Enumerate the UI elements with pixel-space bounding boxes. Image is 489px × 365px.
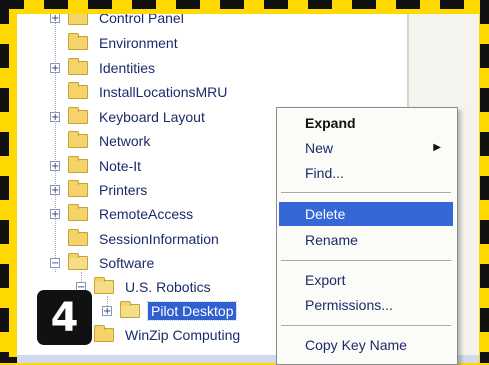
menu-separator xyxy=(281,192,451,194)
tree-item-remoteaccess[interactable]: + RemoteAccess xyxy=(50,202,196,226)
folder-icon xyxy=(68,107,88,124)
menu-item-new[interactable]: New ▶ xyxy=(279,136,453,160)
step-number-badge: 4 xyxy=(37,290,92,345)
tree-item-printers[interactable]: + Printers xyxy=(50,178,150,202)
tree-item-winzip-computing[interactable]: + WinZip Computing xyxy=(76,323,243,347)
expand-toggle-icon[interactable]: + xyxy=(50,63,60,74)
tree-item-label: Software xyxy=(99,255,155,271)
frame-right xyxy=(480,0,489,363)
menu-item-label: New xyxy=(305,140,334,156)
tree-item-environment[interactable]: Environment xyxy=(50,31,181,55)
tree-item-label: Note-It xyxy=(99,158,142,174)
frame-left xyxy=(0,0,9,363)
menu-item-copy-key-name[interactable]: Copy Key Name xyxy=(279,333,453,357)
tree-item-note-it[interactable]: + Note-It xyxy=(50,154,144,178)
tree-item-label: Identities xyxy=(99,60,156,76)
folder-icon xyxy=(68,131,88,148)
menu-item-permissions[interactable]: Permissions... xyxy=(279,293,453,317)
folder-icon xyxy=(68,58,88,75)
tree-item-label: Keyboard Layout xyxy=(99,109,205,125)
tree-item-keyboard-layout[interactable]: + Keyboard Layout xyxy=(50,105,208,129)
expand-toggle-icon[interactable]: + xyxy=(50,185,60,196)
folder-icon xyxy=(68,156,88,173)
submenu-arrow-icon: ▶ xyxy=(433,142,441,153)
folder-icon xyxy=(68,14,88,25)
expand-toggle-icon[interactable]: + xyxy=(50,112,60,123)
tree-item-label: Network xyxy=(99,133,151,149)
tree-item-label: Control Panel xyxy=(99,14,184,26)
open-folder-icon xyxy=(94,277,114,294)
tree-item-label: RemoteAccess xyxy=(99,206,194,222)
collapse-toggle-icon[interactable]: − xyxy=(50,258,60,269)
folder-icon xyxy=(94,325,114,342)
folder-icon xyxy=(68,229,88,246)
folder-icon xyxy=(68,204,88,221)
folder-icon xyxy=(68,180,88,197)
open-folder-icon xyxy=(68,253,88,270)
menu-item-find[interactable]: Find... xyxy=(279,161,453,185)
tree-item-label-selected: Pilot Desktop xyxy=(146,301,238,321)
folder-icon xyxy=(68,33,88,50)
tree-item-control-panel[interactable]: + Control Panel xyxy=(50,14,187,30)
menu-item-export[interactable]: Export xyxy=(279,268,453,292)
menu-separator xyxy=(281,260,451,262)
expand-toggle-icon[interactable]: + xyxy=(102,306,112,317)
tree-item-label: U.S. Robotics xyxy=(125,279,211,295)
menu-item-rename[interactable]: Rename xyxy=(279,228,453,252)
context-menu: Expand New ▶ Find... Delete Rename Expor… xyxy=(276,107,458,365)
tree-item-us-robotics[interactable]: − U.S. Robotics xyxy=(76,275,214,299)
menu-separator xyxy=(281,325,451,327)
tree-item-label: InstallLocationsMRU xyxy=(99,84,228,100)
tree-item-installlocationsmru[interactable]: InstallLocationsMRU xyxy=(50,80,230,104)
folder-icon xyxy=(68,82,88,99)
frame-top xyxy=(0,0,489,9)
tree-item-label: SessionInformation xyxy=(99,231,219,247)
open-folder-icon xyxy=(120,301,140,318)
expand-toggle-icon[interactable]: + xyxy=(50,161,60,172)
tree-item-label: Printers xyxy=(99,182,148,198)
menu-item-delete[interactable]: Delete xyxy=(279,202,453,226)
tree-item-software[interactable]: − Software xyxy=(50,251,157,275)
tree-item-label: Environment xyxy=(99,35,178,51)
tree-item-identities[interactable]: + Identities xyxy=(50,56,158,80)
tree-item-sessioninformation[interactable]: SessionInformation xyxy=(50,227,222,251)
menu-item-expand[interactable]: Expand xyxy=(279,111,453,135)
tree-item-pilot-desktop[interactable]: + Pilot Desktop xyxy=(102,299,238,323)
tree-item-network[interactable]: Network xyxy=(50,129,153,153)
expand-toggle-icon[interactable]: + xyxy=(50,14,60,24)
tree-item-label: WinZip Computing xyxy=(125,327,241,343)
expand-toggle-icon[interactable]: + xyxy=(50,209,60,220)
